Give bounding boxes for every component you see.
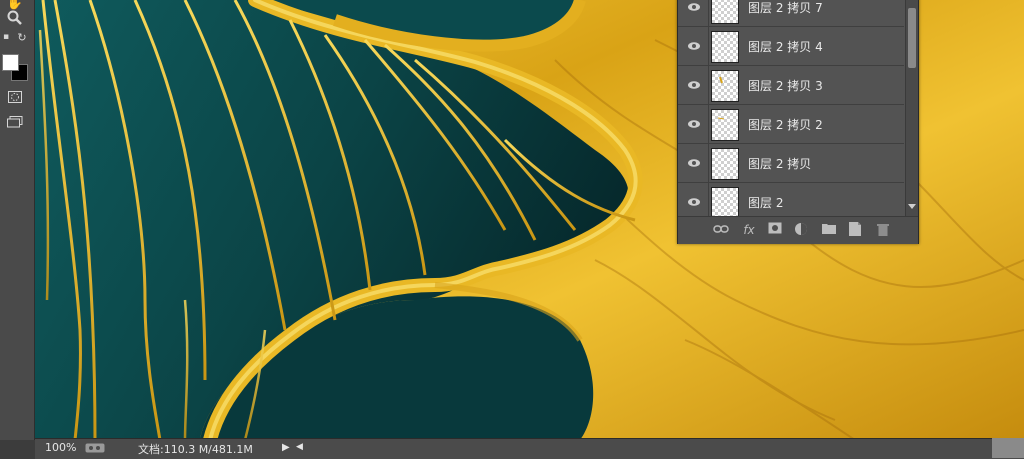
layer-thumbnail (711, 0, 739, 24)
fx-icon[interactable]: fx (740, 222, 758, 238)
scroll-down-icon[interactable] (908, 204, 916, 210)
folder-icon[interactable] (820, 222, 838, 238)
layer-name: 图层 2 (748, 196, 784, 210)
layer-thumbnail (711, 70, 739, 102)
tools-panel: ✋ ▪ ↻ (0, 0, 35, 440)
eye-icon[interactable] (687, 39, 701, 53)
status-menu-arrow-icon[interactable]: ▶ (282, 442, 290, 453)
layer-row[interactable]: 图层 2 拷贝 3 (678, 66, 904, 105)
eye-icon[interactable] (687, 156, 701, 170)
eye-icon[interactable] (687, 78, 701, 92)
preview-icon[interactable] (85, 443, 105, 456)
zoom-icon[interactable] (4, 10, 26, 30)
layer-thumbnail (711, 187, 739, 219)
zoom-level[interactable]: 100% (45, 441, 76, 454)
layers-panel: 图层 2 拷贝 7 图层 2 拷贝 4 图层 2 拷贝 3 图层 2 拷贝 2 … (677, 0, 919, 244)
screen-mode-icon[interactable] (4, 115, 26, 135)
layer-name: 图层 2 拷贝 2 (748, 118, 823, 132)
layer-row[interactable]: 图层 2 拷贝 2 (678, 105, 904, 144)
layer-row[interactable]: 图层 2 拷贝 4 (678, 27, 904, 66)
layers-scrollbar[interactable] (905, 0, 918, 216)
eye-icon[interactable] (687, 117, 701, 131)
layer-thumbnail (711, 109, 739, 141)
document-size: 文档:110.3 M/481.1M (138, 443, 253, 456)
adjustment-icon[interactable] (792, 222, 810, 238)
swap-colors-icon[interactable]: ↻ (15, 32, 29, 44)
layers-footer: fx (678, 216, 918, 244)
foreground-color[interactable] (2, 54, 19, 71)
link-icon[interactable] (712, 222, 730, 238)
layer-thumbnail (711, 148, 739, 180)
layer-row[interactable]: 图层 2 拷贝 (678, 144, 904, 183)
layer-row[interactable]: 图层 2 拷贝 7 (678, 0, 904, 27)
layer-name: 图层 2 拷贝 (748, 157, 812, 171)
eye-icon[interactable] (687, 0, 701, 14)
status-bar: 100% 文档:110.3 M/481.1M ▶ ◀ (35, 438, 1024, 459)
trash-icon[interactable] (874, 222, 892, 238)
layer-name: 图层 2 拷贝 4 (748, 40, 823, 54)
layer-name: 图层 2 拷贝 3 (748, 79, 823, 93)
scroll-left-icon[interactable]: ◀ (296, 442, 303, 452)
eye-icon[interactable] (687, 195, 701, 209)
layer-thumbnail (711, 31, 739, 63)
horizontal-scrollbar[interactable] (992, 438, 1024, 458)
mask-icon[interactable] (766, 222, 784, 238)
layer-name: 图层 2 拷贝 7 (748, 1, 823, 15)
default-colors-icon[interactable]: ▪ (1, 32, 11, 42)
new-layer-icon[interactable] (846, 222, 864, 238)
quick-mask-icon[interactable] (4, 90, 26, 110)
scrollbar-thumb[interactable] (908, 8, 916, 68)
